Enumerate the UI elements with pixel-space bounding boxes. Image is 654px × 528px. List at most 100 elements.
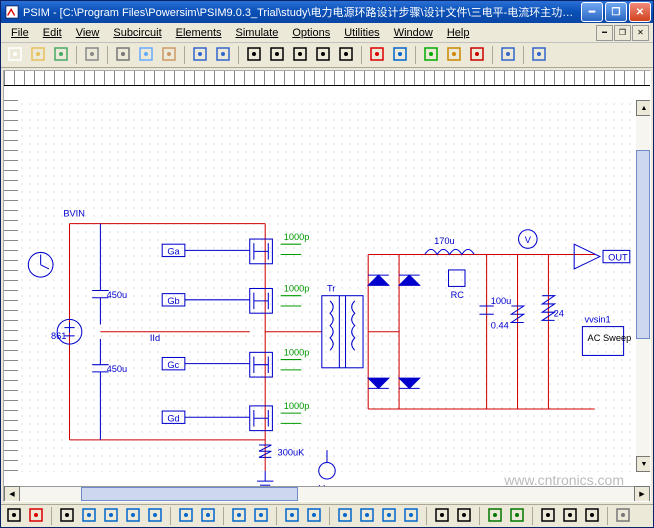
text-button[interactable] bbox=[432, 506, 452, 526]
scroll-up-button[interactable]: ▲ bbox=[636, 100, 650, 116]
run-button[interactable] bbox=[420, 44, 442, 66]
menu-edit[interactable]: Edit bbox=[37, 26, 68, 40]
undo-button[interactable] bbox=[189, 44, 211, 66]
scroll-down-button[interactable]: ▼ bbox=[636, 456, 650, 472]
flip-h-button[interactable] bbox=[560, 506, 580, 526]
canvas-area[interactable]: BVIN 861 450u 450u Ga Gb Gc Gd IId 1000p… bbox=[4, 86, 650, 486]
subckt-in-button[interactable] bbox=[485, 506, 505, 526]
minimize-button[interactable]: ━ bbox=[581, 2, 603, 22]
close-button[interactable]: ✕ bbox=[629, 2, 651, 22]
scroll-v-thumb[interactable] bbox=[636, 150, 650, 339]
rect-button[interactable] bbox=[454, 506, 474, 526]
label-acsub: AC Sweep bbox=[588, 333, 632, 343]
capacitor-button[interactable] bbox=[101, 506, 121, 526]
isource-button[interactable] bbox=[251, 506, 271, 526]
mdi-restore-button[interactable]: ❐ bbox=[614, 25, 631, 41]
print-button[interactable] bbox=[81, 44, 103, 66]
menu-file[interactable]: File bbox=[5, 26, 35, 40]
menu-help[interactable]: Help bbox=[441, 26, 476, 40]
igbt-icon bbox=[201, 508, 215, 525]
wire-button[interactable] bbox=[26, 506, 46, 526]
ground-button[interactable] bbox=[57, 506, 77, 526]
vsource-button[interactable] bbox=[229, 506, 249, 526]
menu-elements[interactable]: Elements bbox=[170, 26, 228, 40]
scroll-h-thumb[interactable] bbox=[81, 487, 298, 501]
new-button[interactable] bbox=[4, 44, 26, 66]
save-button[interactable] bbox=[50, 44, 72, 66]
redo-button[interactable] bbox=[212, 44, 234, 66]
flip-v-button[interactable] bbox=[582, 506, 602, 526]
toolbar-separator bbox=[329, 507, 330, 525]
schematic-canvas[interactable]: BVIN 861 450u 450u Ga Gb Gc Gd IId 1000p… bbox=[18, 100, 636, 472]
toolbar-top bbox=[1, 43, 653, 68]
flip-h-icon bbox=[563, 508, 577, 525]
label-vin: BVIN bbox=[63, 208, 85, 218]
titlebar: PSIM - [C:\Program Files\Powersim\PSIM9.… bbox=[1, 1, 653, 23]
vsource-icon bbox=[232, 508, 246, 525]
stop-icon bbox=[470, 47, 484, 64]
label-cap1: 450u bbox=[107, 290, 128, 300]
open-button[interactable] bbox=[27, 44, 49, 66]
zoom-in-button[interactable] bbox=[266, 44, 288, 66]
mdi-minimize-button[interactable]: ━ bbox=[596, 25, 613, 41]
options-icon bbox=[616, 508, 630, 525]
vprobe-icon bbox=[285, 508, 299, 525]
sum-icon bbox=[360, 508, 374, 525]
subckt-in-icon bbox=[488, 508, 502, 525]
toolbar-separator bbox=[523, 46, 524, 64]
scroll-left-button[interactable]: ◀ bbox=[4, 486, 20, 502]
rotate-button[interactable] bbox=[538, 506, 558, 526]
igbt-button[interactable] bbox=[198, 506, 218, 526]
stop-button[interactable] bbox=[466, 44, 488, 66]
menu-window[interactable]: Window bbox=[388, 26, 439, 40]
menu-options[interactable]: Options bbox=[286, 26, 336, 40]
inductor-button[interactable] bbox=[123, 506, 143, 526]
label-rload: 24 bbox=[554, 308, 564, 318]
options-button[interactable] bbox=[613, 506, 633, 526]
menus: File Edit View Subcircuit Elements Simul… bbox=[5, 26, 475, 40]
view-result-icon bbox=[501, 47, 515, 64]
help-button[interactable] bbox=[528, 44, 550, 66]
diode-button[interactable] bbox=[145, 506, 165, 526]
rect-icon bbox=[457, 508, 471, 525]
isource-icon bbox=[254, 508, 268, 525]
maximize-button[interactable]: ❐ bbox=[605, 2, 627, 22]
wire-icon bbox=[370, 47, 384, 64]
scroll-h-track[interactable] bbox=[20, 487, 634, 501]
sum-button[interactable] bbox=[357, 506, 377, 526]
scrollbar-vertical[interactable]: ▲ ▼ bbox=[636, 100, 650, 472]
zoom-out-icon bbox=[293, 47, 307, 64]
label-rc: RC bbox=[451, 290, 465, 300]
menu-subcircuit[interactable]: Subcircuit bbox=[107, 26, 167, 40]
scrollbar-horizontal[interactable]: ◀ ▶ bbox=[4, 486, 650, 501]
limiter-button[interactable] bbox=[379, 506, 399, 526]
subckt-out-button[interactable] bbox=[507, 506, 527, 526]
resistor-button[interactable] bbox=[79, 506, 99, 526]
menu-view[interactable]: View bbox=[70, 26, 106, 40]
copy-button[interactable] bbox=[135, 44, 157, 66]
inductor-icon bbox=[126, 508, 140, 525]
toolbar-separator bbox=[107, 46, 108, 64]
pointer-button[interactable] bbox=[4, 506, 24, 526]
view-result-button[interactable] bbox=[497, 44, 519, 66]
iprobe-button[interactable] bbox=[304, 506, 324, 526]
compare-button[interactable] bbox=[401, 506, 421, 526]
paste-button[interactable] bbox=[158, 44, 180, 66]
wire-button[interactable] bbox=[366, 44, 388, 66]
pause-icon bbox=[447, 47, 461, 64]
scroll-v-track[interactable] bbox=[636, 116, 650, 456]
zoom-select-button[interactable] bbox=[243, 44, 265, 66]
mosfet-button[interactable] bbox=[176, 506, 196, 526]
zoom-out-button[interactable] bbox=[289, 44, 311, 66]
gain-button[interactable] bbox=[335, 506, 355, 526]
zoom-fit-button[interactable] bbox=[312, 44, 334, 66]
label-button[interactable] bbox=[389, 44, 411, 66]
mdi-close-button[interactable]: ✕ bbox=[632, 25, 649, 41]
pause-button[interactable] bbox=[443, 44, 465, 66]
menu-simulate[interactable]: Simulate bbox=[230, 26, 285, 40]
cut-button[interactable] bbox=[112, 44, 134, 66]
scroll-right-button[interactable]: ▶ bbox=[634, 486, 650, 502]
pan-button[interactable] bbox=[335, 44, 357, 66]
vprobe-button[interactable] bbox=[282, 506, 302, 526]
menu-utilities[interactable]: Utilities bbox=[338, 26, 385, 40]
